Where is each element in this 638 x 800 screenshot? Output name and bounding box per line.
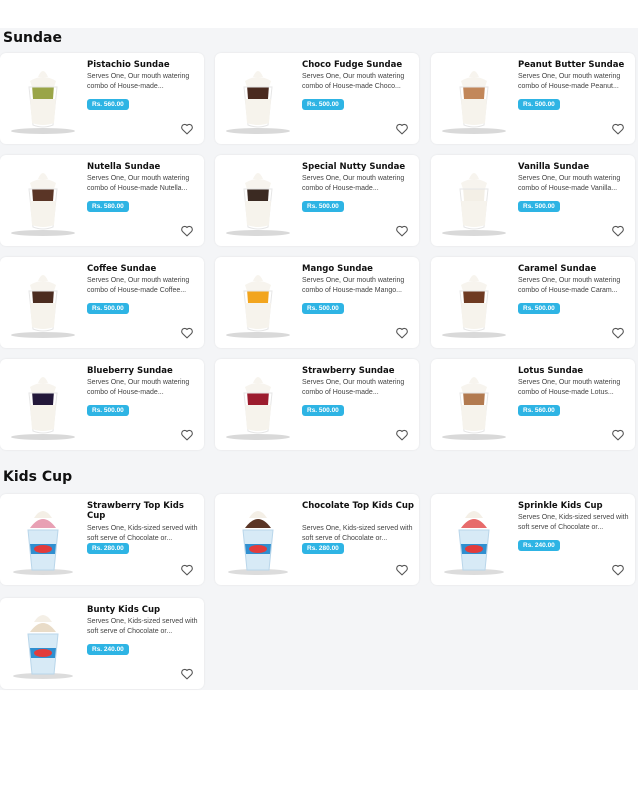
product-image[interactable] bbox=[223, 504, 293, 576]
section-title-sundae: Sundae bbox=[3, 30, 62, 46]
product-image[interactable] bbox=[439, 63, 509, 135]
product-image[interactable] bbox=[223, 165, 293, 237]
product-name[interactable]: Strawberry Top Kids Cup bbox=[87, 501, 199, 521]
product-card[interactable]: Lotus Sundae Serves One, Our mouth wateri… bbox=[431, 359, 635, 450]
product-name[interactable]: Chocolate Top Kids Cup bbox=[302, 501, 414, 511]
heart-icon[interactable] bbox=[611, 428, 625, 441]
product-description: Serves One, Our mouth watering combo of … bbox=[302, 277, 405, 294]
product-description: Serves One, Kids-sized served with soft … bbox=[518, 514, 629, 531]
price-badge: Rs. 500.00 bbox=[302, 303, 344, 314]
product-image[interactable] bbox=[8, 267, 78, 339]
heart-icon[interactable] bbox=[611, 122, 625, 135]
product-card[interactable]: Bunty Kids Cup Serves One, Kids-sized ser… bbox=[0, 598, 204, 689]
heart-icon[interactable] bbox=[180, 224, 194, 237]
product-card[interactable]: Mango Sundae Serves One, Our mouth wateri… bbox=[215, 257, 419, 348]
price-badge: Rs. 560.00 bbox=[87, 99, 129, 110]
product-description: Serves One, Our mouth watering combo of … bbox=[302, 175, 405, 192]
section-title-kids-cup: Kids Cup bbox=[3, 469, 73, 485]
product-image[interactable] bbox=[439, 165, 509, 237]
product-name[interactable]: Mango Sundae bbox=[302, 264, 414, 274]
product-card[interactable]: Special Nutty Sundae Serves One, Our mout… bbox=[215, 155, 419, 246]
product-card[interactable]: Strawberry Sundae Serves One, Our mouth w… bbox=[215, 359, 419, 450]
product-image[interactable] bbox=[223, 369, 293, 441]
heart-icon[interactable] bbox=[611, 326, 625, 339]
product-name[interactable]: Blueberry Sundae bbox=[87, 366, 199, 376]
product-image[interactable] bbox=[8, 504, 78, 576]
heart-icon[interactable] bbox=[180, 122, 194, 135]
heart-icon[interactable] bbox=[180, 667, 194, 680]
product-image[interactable] bbox=[8, 165, 78, 237]
product-description: Serves One, Our mouth watering combo of … bbox=[87, 175, 190, 192]
product-description: Serves One, Our mouth watering combo of … bbox=[87, 277, 190, 294]
price-badge: Rs. 240.00 bbox=[518, 540, 560, 551]
heart-icon[interactable] bbox=[180, 326, 194, 339]
product-card[interactable]: Chocolate Top Kids Cup Serves One, Kids-s… bbox=[215, 494, 419, 585]
product-name[interactable]: Peanut Butter Sundae bbox=[518, 60, 630, 70]
product-image[interactable] bbox=[439, 504, 509, 576]
product-card[interactable]: Sprinkle Kids Cup Serves One, Kids-sized … bbox=[431, 494, 635, 585]
product-description: Serves One, Our mouth watering combo of … bbox=[302, 379, 405, 396]
product-description: Serves One, Kids-sized served with soft … bbox=[87, 618, 198, 635]
product-card[interactable]: Blueberry Sundae Serves One, Our mouth wa… bbox=[0, 359, 204, 450]
product-name[interactable]: Bunty Kids Cup bbox=[87, 605, 199, 615]
price-badge: Rs. 500.00 bbox=[302, 99, 344, 110]
product-name[interactable]: Caramel Sundae bbox=[518, 264, 630, 274]
product-card[interactable]: Peanut Butter Sundae Serves One, Our mout… bbox=[431, 53, 635, 144]
price-badge: Rs. 500.00 bbox=[87, 303, 129, 314]
product-name[interactable]: Nutella Sundae bbox=[87, 162, 199, 172]
product-name[interactable]: Sprinkle Kids Cup bbox=[518, 501, 630, 511]
product-image[interactable] bbox=[8, 608, 78, 680]
price-badge: Rs. 280.00 bbox=[87, 543, 129, 554]
product-card[interactable]: Pistachio Sundae Serves One, Our mouth wa… bbox=[0, 53, 204, 144]
product-description: Serves One, Our mouth watering combo of … bbox=[87, 379, 190, 396]
price-badge: Rs. 240.00 bbox=[87, 644, 129, 655]
product-description: Serves One, Our mouth watering combo of … bbox=[518, 73, 621, 90]
product-image[interactable] bbox=[8, 369, 78, 441]
heart-icon[interactable] bbox=[395, 326, 409, 339]
product-card[interactable]: Vanilla Sundae Serves One, Our mouth wate… bbox=[431, 155, 635, 246]
heart-icon[interactable] bbox=[395, 428, 409, 441]
product-name[interactable]: Lotus Sundae bbox=[518, 366, 630, 376]
heart-icon[interactable] bbox=[395, 122, 409, 135]
price-badge: Rs. 500.00 bbox=[87, 405, 129, 416]
product-description: Serves One, Our mouth watering combo of … bbox=[518, 379, 621, 396]
product-image[interactable] bbox=[223, 267, 293, 339]
product-card[interactable]: Caramel Sundae Serves One, Our mouth wate… bbox=[431, 257, 635, 348]
product-description: Serves One, Kids-sized served with soft … bbox=[87, 525, 198, 542]
heart-icon[interactable] bbox=[611, 224, 625, 237]
product-description: Serves One, Our mouth watering combo of … bbox=[518, 277, 621, 294]
product-description: Serves One, Our mouth watering combo of … bbox=[518, 175, 621, 192]
product-name[interactable]: Coffee Sundae bbox=[87, 264, 199, 274]
product-name[interactable]: Pistachio Sundae bbox=[87, 60, 199, 70]
heart-icon[interactable] bbox=[395, 224, 409, 237]
price-badge: Rs. 500.00 bbox=[302, 405, 344, 416]
product-image[interactable] bbox=[8, 63, 78, 135]
price-badge: Rs. 500.00 bbox=[518, 99, 560, 110]
heart-icon[interactable] bbox=[611, 563, 625, 576]
product-name[interactable]: Vanilla Sundae bbox=[518, 162, 630, 172]
product-description: Serves One, Our mouth watering combo of … bbox=[87, 73, 190, 90]
product-card[interactable]: Choco Fudge Sundae Serves One, Our mouth … bbox=[215, 53, 419, 144]
heart-icon[interactable] bbox=[180, 563, 194, 576]
product-card[interactable]: Nutella Sundae Serves One, Our mouth wate… bbox=[0, 155, 204, 246]
heart-icon[interactable] bbox=[395, 563, 409, 576]
product-name[interactable]: Strawberry Sundae bbox=[302, 366, 414, 376]
product-name[interactable]: Special Nutty Sundae bbox=[302, 162, 414, 172]
price-badge: Rs. 500.00 bbox=[518, 303, 560, 314]
price-badge: Rs. 500.00 bbox=[302, 201, 344, 212]
price-badge: Rs. 280.00 bbox=[302, 543, 344, 554]
heart-icon[interactable] bbox=[180, 428, 194, 441]
price-badge: Rs. 560.00 bbox=[518, 405, 560, 416]
product-name[interactable]: Choco Fudge Sundae bbox=[302, 60, 414, 70]
price-badge: Rs. 500.00 bbox=[518, 201, 560, 212]
product-image[interactable] bbox=[223, 63, 293, 135]
price-badge: Rs. 580.00 bbox=[87, 201, 129, 212]
product-description: Serves One, Kids-sized served with soft … bbox=[302, 525, 413, 542]
product-card[interactable]: Coffee Sundae Serves One, Our mouth water… bbox=[0, 257, 204, 348]
product-card[interactable]: Strawberry Top Kids Cup Serves One, Kids-… bbox=[0, 494, 204, 585]
product-image[interactable] bbox=[439, 369, 509, 441]
product-description: Serves One, Our mouth watering combo of … bbox=[302, 73, 405, 90]
product-image[interactable] bbox=[439, 267, 509, 339]
